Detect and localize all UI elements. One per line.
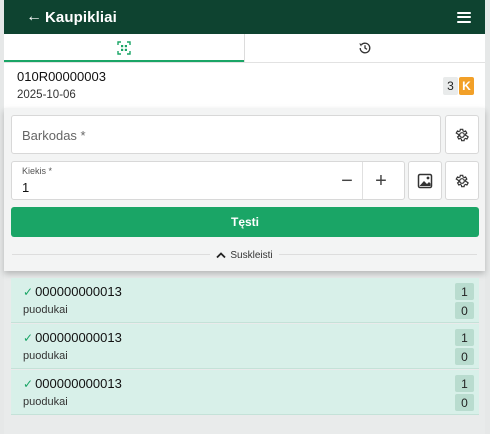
gear-icon — [455, 174, 469, 187]
app-frame: ← Kaupikliai 010R00000003 2025-10-06 3 K… — [4, 0, 485, 434]
quantity-label: Kiekis * — [22, 166, 53, 176]
stepper-divider — [362, 162, 363, 199]
item-code: 000000000013 — [35, 330, 122, 345]
gear-icon — [455, 128, 469, 141]
barcode-input[interactable]: Barkodas * — [11, 115, 441, 154]
barcode-placeholder: Barkodas * — [22, 128, 86, 143]
item-code-line: ✓ 000000000013 — [23, 284, 122, 299]
document-type-badge: K — [459, 77, 474, 95]
item-count-b: 0 — [455, 348, 474, 365]
list-item[interactable]: ✓ 000000000013 puodukai 1 0 — [11, 278, 479, 323]
chevron-up-icon — [216, 252, 227, 259]
item-name: puodukai — [23, 350, 68, 362]
tab-bar — [4, 34, 485, 62]
image-button[interactable] — [408, 161, 442, 200]
image-icon — [417, 173, 433, 188]
item-count-a: 1 — [455, 283, 474, 300]
item-name: puodukai — [23, 304, 68, 316]
document-count-badge: 3 — [443, 77, 458, 95]
scan-panel: Barkodas * Kiekis * 1 − + Tęsti Suskleis… — [4, 108, 485, 271]
tab-history[interactable] — [244, 34, 485, 62]
document-date: 2025-10-06 — [17, 89, 76, 101]
check-icon: ✓ — [23, 284, 34, 299]
decrement-button[interactable]: − — [335, 166, 359, 196]
back-arrow-icon[interactable]: ← — [26, 9, 42, 25]
item-code-line: ✓ 000000000013 — [23, 330, 122, 345]
top-bar: ← Kaupikliai — [4, 0, 485, 34]
list-item[interactable]: ✓ 000000000013 puodukai 1 0 — [11, 324, 479, 369]
continue-button[interactable]: Tęsti — [11, 207, 479, 237]
quantity-settings-button[interactable] — [445, 161, 479, 200]
quantity-field[interactable]: Kiekis * 1 − + — [11, 161, 405, 200]
quantity-value[interactable]: 1 — [22, 180, 29, 195]
collapse-content: Suskleisti — [210, 249, 279, 261]
item-code-line: ✓ 000000000013 — [23, 376, 122, 391]
item-count-a: 1 — [455, 375, 474, 392]
collapse-label: Suskleisti — [230, 249, 273, 261]
check-icon: ✓ — [23, 330, 34, 345]
item-name: puodukai — [23, 396, 68, 408]
barcode-settings-button[interactable] — [445, 115, 479, 154]
page-title: Kaupikliai — [45, 8, 117, 26]
item-code: 000000000013 — [35, 376, 122, 391]
list-item[interactable]: ✓ 000000000013 puodukai 1 0 — [11, 370, 479, 415]
document-header: 010R00000003 2025-10-06 3 K — [4, 62, 485, 108]
hamburger-icon[interactable] — [457, 11, 471, 23]
qr-scan-icon — [117, 41, 131, 55]
document-number: 010R00000003 — [17, 69, 106, 84]
item-count-a: 1 — [455, 329, 474, 346]
check-icon: ✓ — [23, 376, 34, 391]
item-count-b: 0 — [455, 394, 474, 411]
item-count-b: 0 — [455, 302, 474, 319]
tab-scan[interactable] — [4, 34, 244, 62]
collapse-toggle[interactable]: Suskleisti — [4, 245, 485, 265]
item-code: 000000000013 — [35, 284, 122, 299]
increment-button[interactable]: + — [369, 166, 393, 196]
history-icon — [359, 42, 371, 54]
